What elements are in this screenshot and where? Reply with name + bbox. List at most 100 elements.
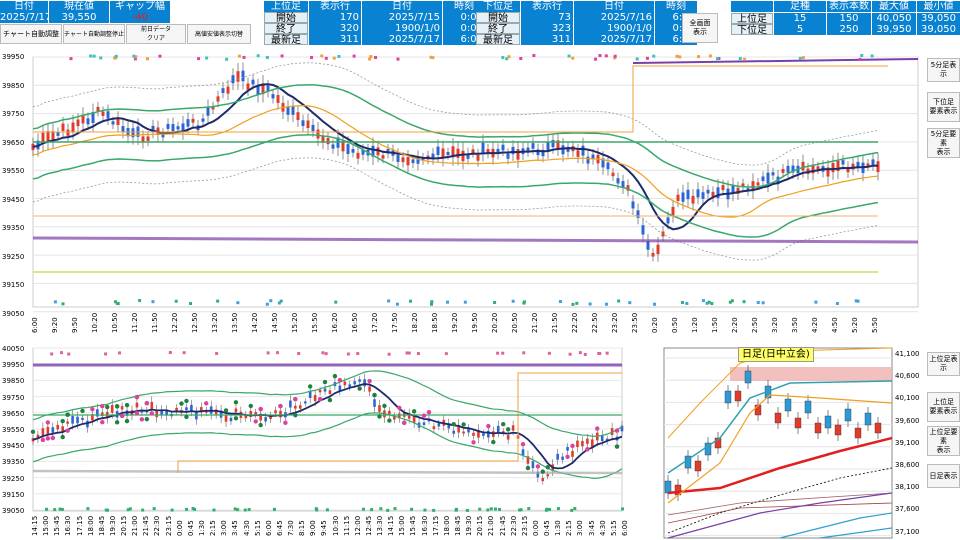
candle-body <box>185 407 188 411</box>
candle-body <box>86 118 90 125</box>
candle-body <box>279 410 282 418</box>
candle-body <box>411 159 415 164</box>
signal-marker <box>134 410 140 416</box>
signal-marker <box>236 508 240 512</box>
signal-marker <box>680 300 684 304</box>
x-tick-label: 17:50 <box>391 312 399 333</box>
x-tick-label: 14:15 <box>387 515 396 536</box>
x-tick-label: 18:45 <box>454 515 463 536</box>
signal-marker <box>104 352 108 356</box>
candle-body <box>190 404 193 412</box>
timeframe-cell: 日付 <box>574 1 654 12</box>
y-tick-label: 39150 <box>2 281 25 289</box>
candle-body <box>664 480 672 494</box>
candle-body <box>381 155 385 159</box>
candle-body <box>378 405 381 412</box>
candle-body <box>76 119 80 127</box>
fullscreen-button[interactable]: 全画面 表示 <box>682 13 718 43</box>
x-tick-label: 1:30 <box>554 520 563 536</box>
signal-marker <box>233 400 239 405</box>
signal-marker <box>798 56 802 60</box>
timeframe-cell: 表示行 <box>521 1 573 12</box>
x-tick-label: 22:20 <box>571 312 579 333</box>
signal-marker <box>522 300 526 304</box>
signal-marker <box>297 352 301 356</box>
candle-body <box>671 206 675 216</box>
prev-day-clear-button[interactable]: 前日データ クリア <box>126 24 186 44</box>
signal-marker <box>520 441 526 447</box>
upper-timeframe-chart[interactable] <box>0 52 925 342</box>
signal-marker <box>511 299 515 303</box>
signal-marker <box>105 508 109 512</box>
candle-body <box>686 189 690 200</box>
signal-marker <box>558 300 562 304</box>
signal-marker <box>337 377 343 383</box>
x-tick-label: 21:45 <box>142 515 151 536</box>
lower-timeframe-chart[interactable] <box>0 343 660 540</box>
y-tick-label: 41,100 <box>895 350 920 358</box>
signal-marker <box>565 454 570 460</box>
candle-body <box>616 178 620 184</box>
signal-marker <box>501 351 505 355</box>
upper-element-display-button-2[interactable]: 上位足要素 表示 <box>927 426 960 456</box>
x-tick-label: 9:20 <box>51 317 59 333</box>
signal-marker <box>65 428 70 433</box>
signal-marker <box>321 351 325 355</box>
signal-marker <box>212 508 216 512</box>
signal-marker <box>258 422 263 428</box>
signal-marker <box>233 416 239 421</box>
upper-display-button[interactable]: 上位足表示 <box>927 352 960 376</box>
signal-marker <box>184 398 189 404</box>
signal-marker <box>498 507 502 511</box>
candle-body <box>195 412 198 420</box>
signal-marker <box>393 507 397 511</box>
x-tick-label: 18:20 <box>411 312 419 333</box>
signal-marker <box>367 378 372 384</box>
summary-col-header: 足種 <box>774 1 826 12</box>
signal-marker <box>423 508 427 512</box>
y-tick-label: 39650 <box>2 138 25 147</box>
candle-body <box>368 386 371 392</box>
x-tick-label: 2:15 <box>565 520 574 536</box>
five-min-display-button[interactable]: 5分足表示 <box>927 58 960 82</box>
x-tick-label: 20:15 <box>120 515 129 536</box>
auto-adjust-stop-button[interactable]: チャート自動調整停止 <box>63 24 125 44</box>
signal-marker <box>276 351 280 355</box>
tick-display-toggle-button[interactable]: 高値安値表示切替 <box>187 24 251 44</box>
signal-marker <box>283 420 288 425</box>
upper-element-display-button[interactable]: 上位足 要素表示 <box>927 392 960 422</box>
five-min-element-display-button[interactable]: 5分足要素 表示 <box>927 128 960 158</box>
daily-display-button[interactable]: 日足表示 <box>927 464 960 488</box>
signal-marker <box>545 465 550 470</box>
signal-marker <box>409 299 413 303</box>
candle-body <box>396 154 400 162</box>
candle-body <box>286 107 290 115</box>
signal-marker <box>701 299 705 303</box>
signal-marker <box>507 55 511 59</box>
signal-marker <box>45 507 49 511</box>
candle-body <box>328 390 332 394</box>
candle-body <box>566 447 569 451</box>
daily-chart[interactable] <box>660 343 925 540</box>
candle-body <box>581 440 584 447</box>
signal-marker <box>708 54 712 58</box>
x-tick-label: 15:45 <box>53 515 62 536</box>
y-tick-label: 39850 <box>2 81 25 90</box>
signal-marker <box>710 302 714 306</box>
x-tick-label: 3:50 <box>791 317 799 333</box>
candle-body <box>432 426 436 430</box>
signal-marker <box>184 414 189 420</box>
x-tick-label: 9:50 <box>71 317 79 333</box>
summary-cell: 5 <box>774 24 826 35</box>
candle-body <box>546 474 550 477</box>
candle-body <box>656 244 660 255</box>
lower-element-display-button[interactable]: 下位足 要素表示 <box>927 92 960 122</box>
auto-adjust-button[interactable]: チャート自動調整 <box>0 24 62 44</box>
candle-body <box>744 370 752 384</box>
signal-marker <box>197 57 201 61</box>
candle-body <box>824 415 832 429</box>
signal-marker <box>317 396 323 402</box>
candle-body <box>696 189 700 198</box>
x-tick-label: 21:00 <box>131 515 140 536</box>
signal-marker <box>149 411 154 416</box>
